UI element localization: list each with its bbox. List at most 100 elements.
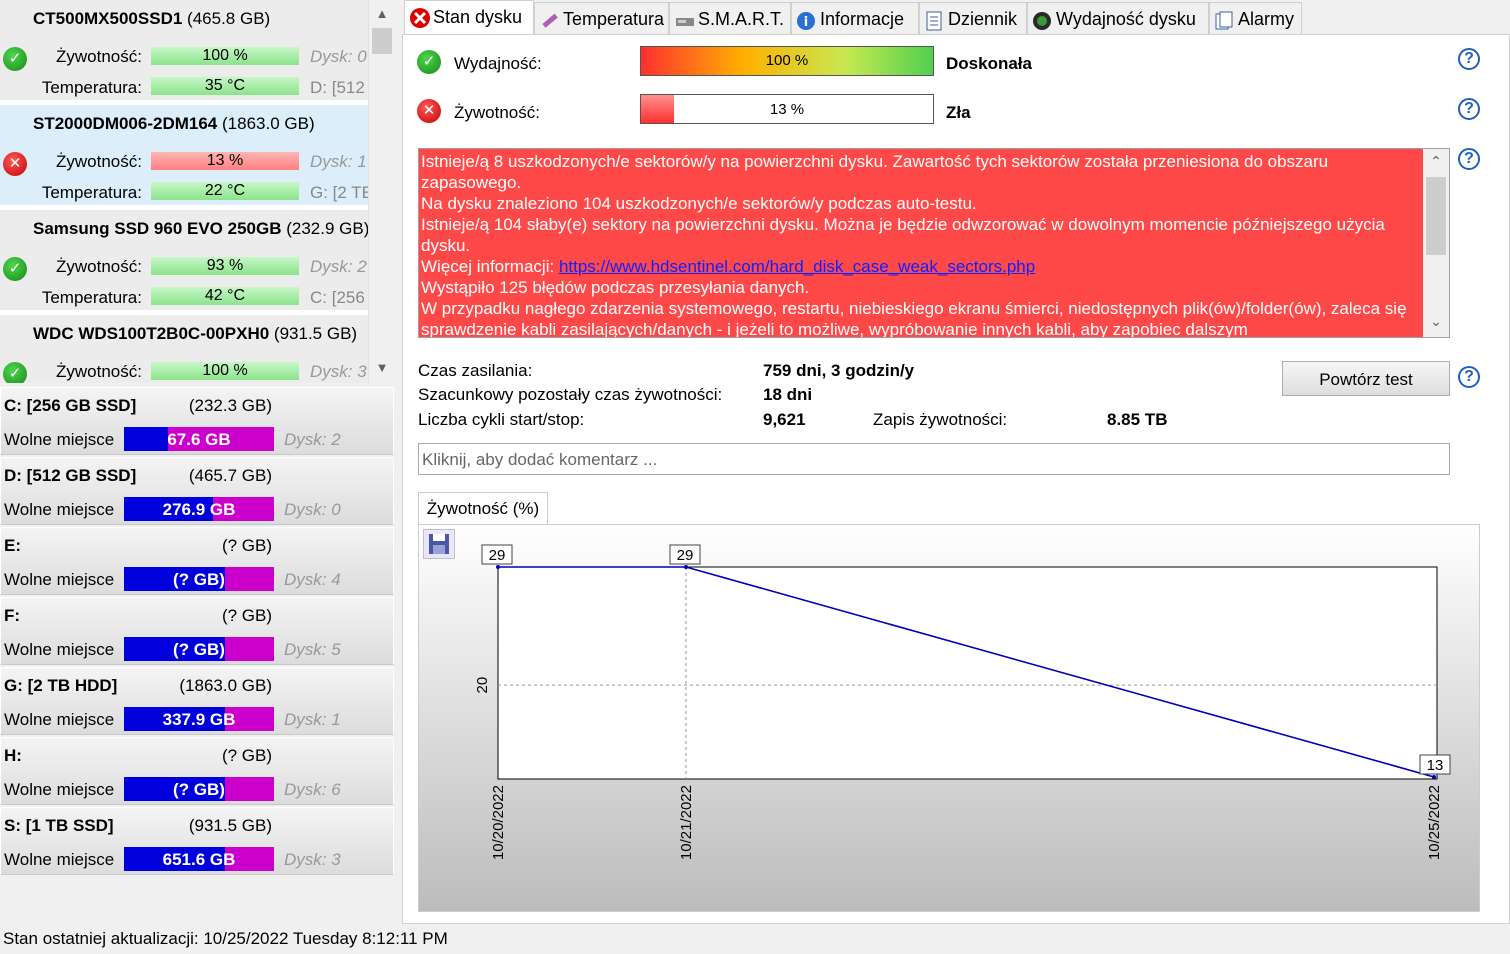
volume-item[interactable]: S: [1 TB SSD] (931.5 GB) Wolne miejsce 6… <box>0 807 394 875</box>
volume-item[interactable]: E: (? GB) Wolne miejsce (? GB) Dysk: 4 <box>0 527 394 595</box>
volume-item[interactable]: H: (? GB) Wolne miejsce (? GB) Dysk: 6 <box>0 737 394 805</box>
scroll-down-icon[interactable]: ▼ <box>369 360 395 375</box>
disk-item[interactable]: WDC WDS100T2B0C-00PXH0 (931.5 GB) ✓ Żywo… <box>0 315 368 383</box>
hard-drive-icon <box>674 9 694 29</box>
tab-health-graph[interactable]: Żywotność (%) <box>418 492 548 525</box>
free-space-label: Wolne miejsce <box>4 570 115 589</box>
free-space-label: Wolne miejsce <box>4 430 115 449</box>
help-icon[interactable]: ? <box>1458 148 1480 170</box>
tab-label: Dziennik <box>948 9 1018 29</box>
free-space-bar: 651.6 GB <box>124 847 274 871</box>
thermometer-icon <box>539 9 559 29</box>
free-space-value: 276.9 GB <box>162 500 236 519</box>
tab-disk-status[interactable]: Stan dysku <box>404 0 534 35</box>
volume-size: (465.7 GB) <box>188 466 272 485</box>
temperature-bar: 42 °C <box>151 287 299 305</box>
tab-label: S.M.A.R.T. <box>698 9 785 29</box>
performance-bar: 100 % <box>640 46 934 76</box>
tab-label: Temperatura <box>563 9 665 29</box>
disk-item-selected[interactable]: ST2000DM006-2DM164 (1863.0 GB) ✕ Żywotno… <box>0 105 373 207</box>
free-space-value: 337.9 GB <box>162 710 236 729</box>
tab-label: Wydajność dysku <box>1056 9 1196 29</box>
volume-item[interactable]: C: [256 GB SSD] (232.3 GB) Wolne miejsce… <box>0 387 394 455</box>
free-space-label: Wolne miejsce <box>4 780 115 799</box>
health-bar: 13 % <box>640 94 934 124</box>
scroll-up-icon[interactable]: ▲ <box>369 6 395 21</box>
disk-volumes: G: [2 TE <box>310 183 373 202</box>
tab-smart[interactable]: S.M.A.R.T. <box>669 2 791 34</box>
health-graph-panel: 20 10/20/2022 10/21/2022 10/25/2022 29 29 13 <box>418 524 1480 912</box>
cycles-value: 9,621 <box>763 410 806 429</box>
volume-size: (1863.0 GB) <box>179 676 272 695</box>
volume-disk-index: Dysk: 4 <box>284 570 341 589</box>
message-line: Istnieje/ą 104 słaby(e) sektory na powie… <box>421 215 1385 255</box>
disk-item[interactable]: CT500MX500SSD1 (465.8 GB) ✓ Żywotność: 1… <box>0 0 368 102</box>
status-message-box[interactable]: Istnieje/ą 8 uszkodzonych/e sektorów/y n… <box>418 148 1450 338</box>
free-space-label: Wolne miejsce <box>4 710 115 729</box>
health-label: Żywotność: <box>454 103 540 122</box>
alarm-document-icon <box>1214 9 1234 30</box>
message-scrollbar[interactable]: ⌃ ⌄ <box>1423 149 1449 337</box>
message-line: Istnieje/ą 8 uszkodzonych/e sektorów/y n… <box>421 152 1329 192</box>
free-space-value: (? GB) <box>173 780 225 799</box>
scroll-up-icon[interactable]: ⌃ <box>1423 153 1449 170</box>
volume-disk-index: Dysk: 1 <box>284 710 341 729</box>
status-message-text: Istnieje/ą 8 uszkodzonych/e sektorów/y n… <box>421 151 1426 337</box>
volume-item[interactable]: G: [2 TB HDD] (1863.0 GB) Wolne miejsce … <box>0 667 394 735</box>
data-point <box>1432 775 1436 779</box>
health-label: Żywotność: <box>56 257 142 276</box>
tab-log[interactable]: Dziennik <box>919 2 1027 34</box>
volume-size: (? GB) <box>221 536 272 555</box>
volume-disk-index: Dysk: 5 <box>284 640 341 659</box>
more-info-link[interactable]: https://www.hdsentinel.com/hard_disk_cas… <box>559 257 1035 276</box>
scrollbar-thumb[interactable] <box>372 28 392 54</box>
disk-volumes: C: [256 <box>310 288 365 307</box>
health-rating: Zła <box>946 103 971 122</box>
tab-temperature[interactable]: Temperatura <box>534 2 669 34</box>
scrollbar-thumb[interactable] <box>1426 177 1446 255</box>
y-tick-label: 20 <box>474 677 491 694</box>
scroll-down-icon[interactable]: ⌄ <box>1423 313 1449 330</box>
volume-name: C: [256 GB SSD] <box>4 396 137 415</box>
tab-label: Stan dysku <box>433 7 523 27</box>
health-label: Żywotność: <box>56 152 142 171</box>
x-tick-label: 10/21/2022 <box>678 785 695 860</box>
data-point <box>684 565 688 569</box>
volume-disk-index: Dysk: 3 <box>284 850 341 869</box>
volume-item[interactable]: F: (? GB) Wolne miejsce (? GB) Dysk: 5 <box>0 597 394 665</box>
volume-name: H: <box>4 746 22 765</box>
remaining-value: 18 dni <box>763 385 813 404</box>
temperature-label: Temperatura: <box>41 288 142 307</box>
disk-model: Samsung SSD 960 EVO 250GB (232.9 GB) <box>33 219 370 238</box>
plot-area <box>497 566 1438 780</box>
volume-name: E: <box>4 536 21 555</box>
more-info-label: Więcej informacji: <box>421 257 555 276</box>
health-value: 13 % <box>769 101 805 118</box>
free-space-bar: 337.9 GB <box>124 707 274 731</box>
written-label: Zapis żywotności: <box>873 410 1008 429</box>
disk-list[interactable]: CT500MX500SSD1 (465.8 GB) ✓ Żywotność: 1… <box>0 0 394 383</box>
health-bar: 13 % <box>151 152 299 170</box>
tab-performance[interactable]: Wydajność dysku <box>1027 2 1209 34</box>
tab-information[interactable]: i Informacje <box>791 2 919 34</box>
disk-item[interactable]: Samsung SSD 960 EVO 250GB (232.9 GB) ✓ Ż… <box>0 210 370 312</box>
message-line: Wystąpiło 125 błędów podczas przesyłania… <box>421 278 810 297</box>
disk-volumes: D: [512 <box>310 78 365 97</box>
volume-name: G: [2 TB HDD] <box>4 676 118 695</box>
message-line: Więcej informacji: https://www.hdsentine… <box>421 256 1426 277</box>
tab-alarms[interactable]: Alarmy <box>1209 2 1302 34</box>
performance-ok-icon: ✓ <box>417 50 441 74</box>
free-space-label: Wolne miejsce <box>4 500 115 519</box>
comment-input[interactable]: Kliknij, aby dodać komentarz ... <box>418 443 1450 475</box>
help-icon[interactable]: ? <box>1458 48 1480 70</box>
tab-label: Informacje <box>820 9 905 29</box>
written-value: 8.85 TB <box>1107 410 1168 429</box>
free-space-bar: (? GB) <box>124 777 274 801</box>
disk-list-scrollbar[interactable]: ▲ ▼ <box>368 0 394 383</box>
help-icon[interactable]: ? <box>1458 98 1480 120</box>
volume-item[interactable]: D: [512 GB SSD] (465.7 GB) Wolne miejsce… <box>0 457 394 525</box>
disk-index: Dysk: 0 <box>310 47 367 66</box>
document-icon <box>924 9 944 31</box>
retest-button[interactable]: Powtórz test <box>1282 361 1450 396</box>
help-icon[interactable]: ? <box>1458 366 1480 388</box>
